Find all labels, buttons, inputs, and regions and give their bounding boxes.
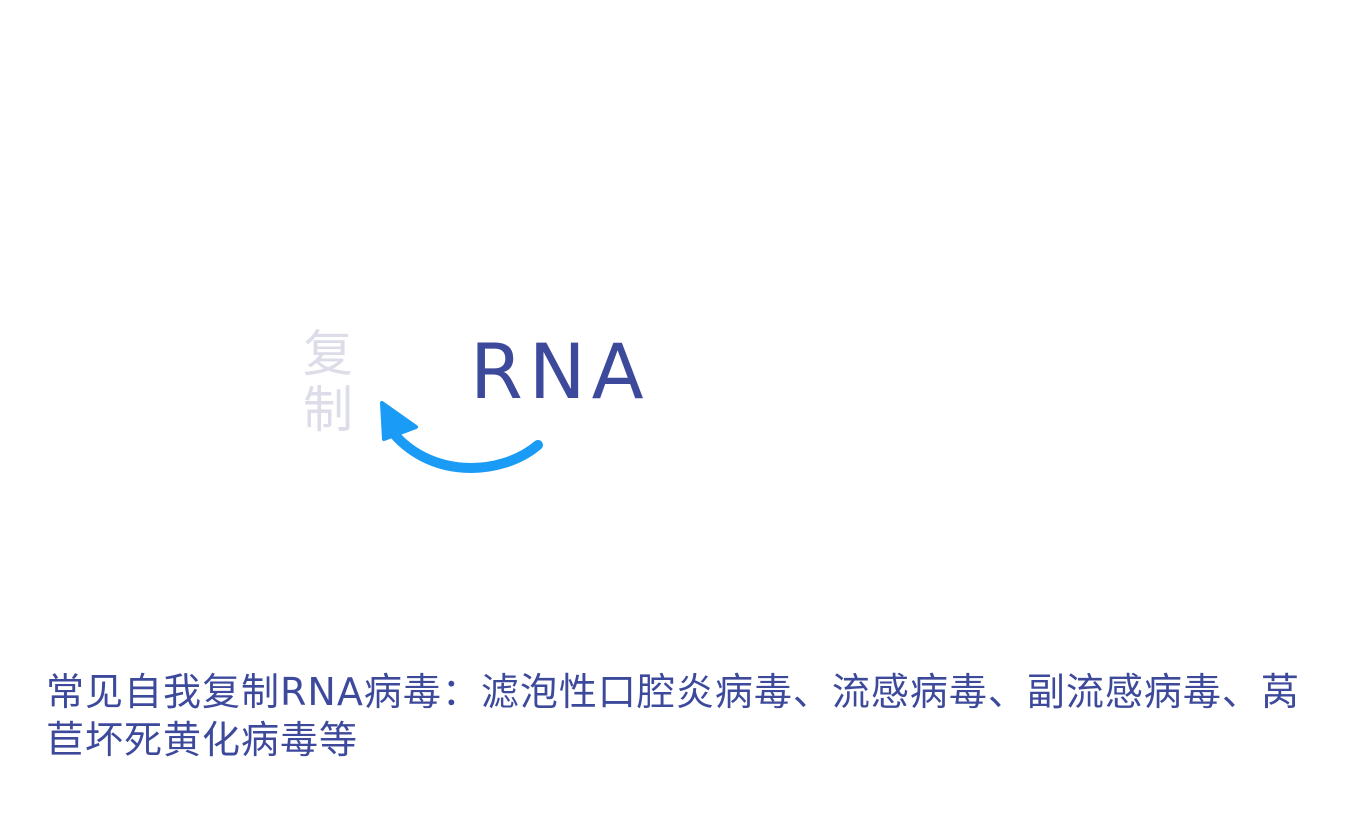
arrow-head	[380, 401, 418, 441]
replication-label: 复制	[303, 325, 353, 439]
caption-text: 常见自我复制RNA病毒：滤泡性口腔炎病毒、流感病毒、副流感病毒、莴苣坏死黄化病毒…	[46, 670, 1300, 762]
rna-node-label: RNA	[470, 327, 650, 416]
arrow-shaft	[385, 424, 543, 473]
diagram-canvas: 复制 RNA 常见自我复制RNA病毒：滤泡性口腔炎病毒、流感病毒、副流感病毒、莴…	[0, 0, 1360, 824]
